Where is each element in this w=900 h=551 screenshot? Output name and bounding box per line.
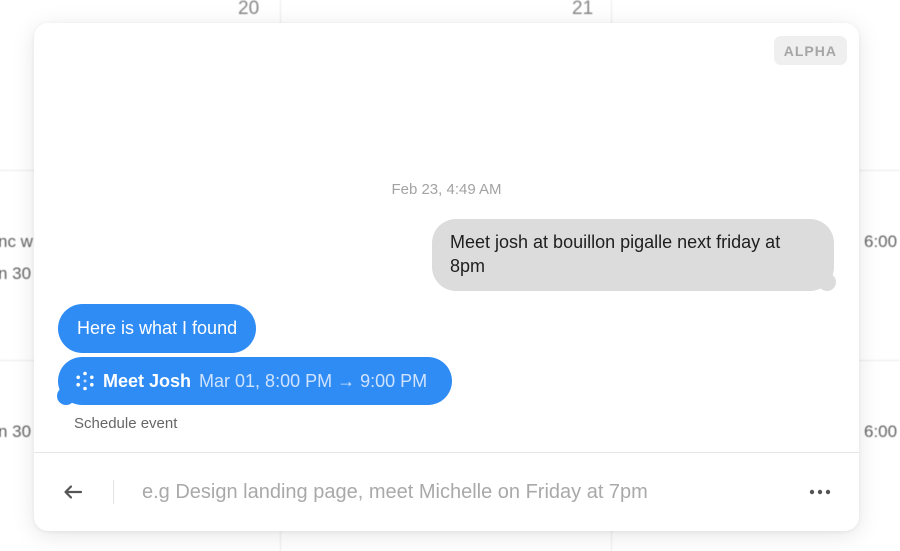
schedule-event-button[interactable]: Schedule event — [74, 415, 177, 432]
message-timestamp: Feb 23, 4:49 AM — [391, 181, 502, 198]
user-bubble-tail — [818, 273, 836, 291]
command-input[interactable] — [142, 475, 782, 509]
assistant-panel: ALPHA Feb 23, 4:49 AM Meet josh at bouil… — [34, 23, 859, 531]
input-separator — [113, 480, 114, 504]
back-button[interactable] — [60, 480, 86, 504]
alpha-badge: ALPHA — [773, 36, 847, 65]
event-suggestion-bubble[interactable]: Meet Josh Mar 01, 8:00 PM → 9:00 PM — [58, 357, 453, 405]
arrow-left-icon — [63, 484, 83, 500]
user-message-bubble: Meet josh at bouillon pigalle next frida… — [432, 219, 834, 291]
footer-divider — [34, 452, 859, 453]
event-time-range: Mar 01, 8:00 PM → 9:00 PM — [199, 371, 428, 391]
more-horizontal-icon — [809, 489, 831, 495]
more-options-button[interactable] — [806, 480, 834, 504]
event-title: Meet Josh — [103, 371, 192, 391]
assistant-bubble-tail — [57, 387, 75, 405]
sparkle-dots-icon — [75, 371, 95, 391]
assistant-reply-bubble: Here is what I found — [58, 304, 257, 353]
